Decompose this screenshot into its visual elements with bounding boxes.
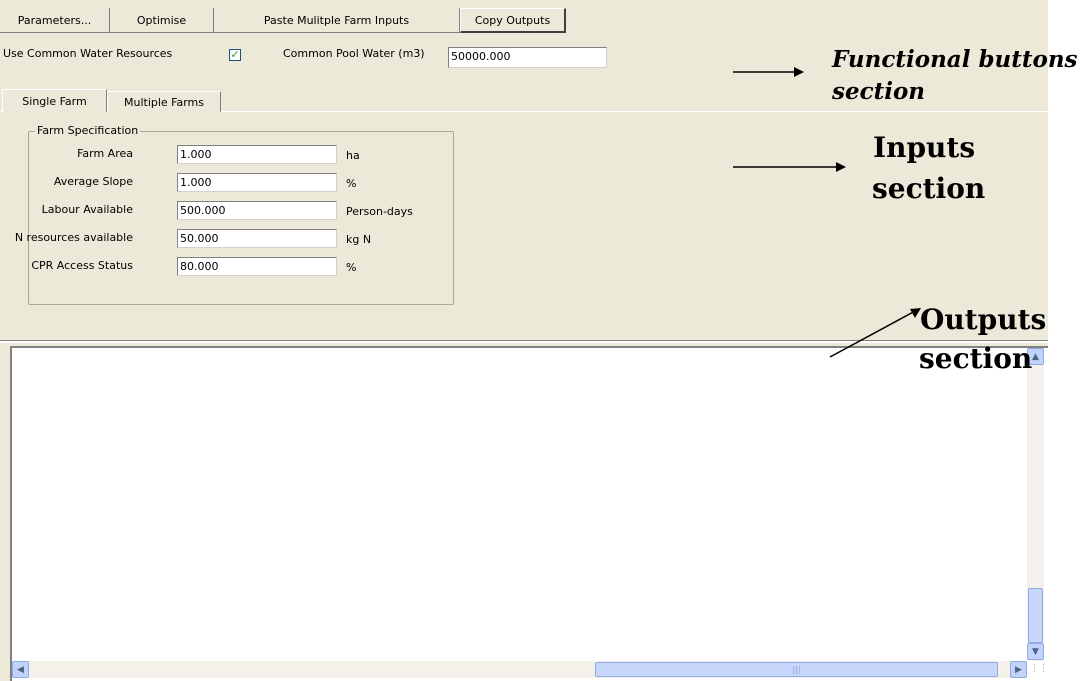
common-pool-water-label: Common Pool Water (m3) [283,47,425,60]
labour-available-input[interactable]: 500.000 [177,201,337,220]
functional-buttons-annotation: Functional buttons [832,46,1078,73]
farm-area-input[interactable]: 1.000 [177,145,337,164]
use-common-water-checkbox[interactable]: ✓ [229,49,241,61]
tab-multiple-farms[interactable]: Multiple Farms [107,91,221,112]
cpr-access-status-unit: % [346,261,357,274]
resize-grip-icon[interactable]: ⋮⋮ [1030,664,1048,680]
farm-area-label: Farm Area [77,147,133,160]
common-pool-water-input[interactable]: 50000.000 [448,47,607,68]
cpr-access-status-input[interactable]: 80.000 [177,257,337,276]
scroll-down-icon[interactable]: ▼ [1027,643,1044,660]
cpr-access-status-label: CPR Access Status [31,259,133,272]
farm-area-unit: ha [346,149,360,162]
vertical-scroll-thumb[interactable] [1028,588,1043,643]
horizontal-scroll-thumb[interactable]: ||| [595,662,998,677]
labour-available-unit: Person-days [346,205,413,218]
outputs-text-area[interactable] [10,346,1048,681]
tab-single-farm[interactable]: Single Farm [2,89,107,112]
scroll-right-icon[interactable]: ▶ [1010,661,1027,678]
paste-multiple-farm-inputs-button[interactable]: Paste Mulitple Farm Inputs [214,8,460,33]
outputs-annotation: Outputs [920,303,1047,336]
farm-specification-title: Farm Specification [35,124,141,137]
outputs-section-annotation: section [919,342,1033,375]
optimise-button[interactable]: Optimise [110,8,214,33]
average-slope-input[interactable]: 1.000 [177,173,337,192]
inputs-annotation: Inputs [873,131,976,164]
copy-outputs-button[interactable]: Copy Outputs [460,8,566,33]
scroll-left-icon[interactable]: ◀ [12,661,29,678]
labour-available-label: Labour Available [41,203,133,216]
use-common-water-label: Use Common Water Resources [3,47,173,60]
average-slope-label: Average Slope [53,175,133,188]
n-resources-available-unit: kg N [346,233,372,246]
n-resources-available-label: N resources available [14,231,133,244]
average-slope-unit: % [346,177,357,190]
functional-section-annotation: section [832,78,926,105]
inputs-section-annotation: section [872,172,986,205]
parameters-button[interactable]: Parameters... [0,8,110,33]
n-resources-available-input[interactable]: 50.000 [177,229,337,248]
